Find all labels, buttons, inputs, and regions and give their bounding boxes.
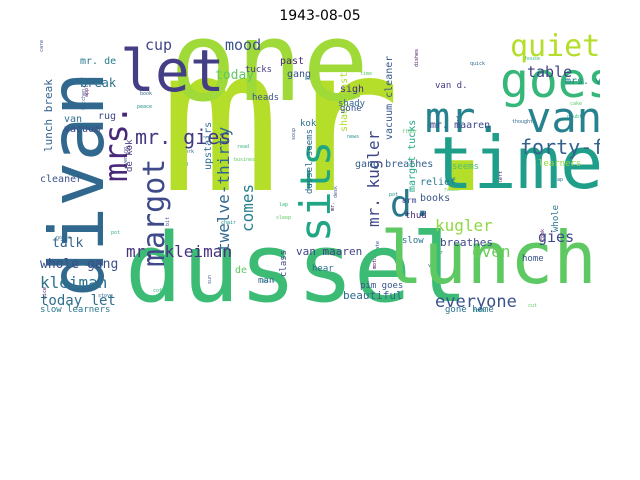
cloud-word: sits — [291, 140, 340, 242]
cloud-word: books — [420, 193, 451, 204]
chart-title: 1943-08-05 — [279, 8, 361, 24]
cloud-word: van — [64, 114, 83, 125]
cloud-word: gang breathes — [355, 159, 434, 170]
cloud-word: talk — [52, 236, 84, 251]
cloud-word: learners — [538, 159, 582, 169]
cloud-word: pim goes — [360, 281, 404, 291]
cloud-word: slow — [402, 236, 424, 246]
cloud-word: tucks — [245, 65, 273, 75]
cloud-word: whole — [551, 204, 561, 232]
cloud-word: mrs. van — [565, 76, 600, 87]
cloud-word: margot tucks — [407, 119, 418, 192]
cloud-word: de — [235, 265, 248, 276]
cloud-word: class — [279, 249, 289, 277]
cloud-word: arm — [402, 196, 417, 205]
cloud-word: gone home — [445, 305, 494, 315]
cloud-word: forty-five — [520, 135, 600, 159]
cloud-word: kugler — [435, 216, 493, 235]
cloud-word: rug — [98, 111, 117, 122]
cloud-word: heads — [252, 93, 280, 103]
cloud-word: de kok — [125, 139, 135, 172]
cloud-word: kleiman — [40, 273, 108, 292]
cloud-word: man — [258, 276, 275, 286]
cloud-word: vacuum — [64, 124, 101, 135]
cloud-word: breathes — [440, 236, 493, 249]
cloud-word: relief — [420, 177, 457, 188]
cloud-word: dussel seems — [305, 128, 315, 194]
cloud-word: slow learners — [40, 305, 111, 315]
cloud-word: mood — [225, 36, 262, 54]
cloud-word: mr. van — [425, 93, 600, 142]
cloud-word: mr. de — [80, 56, 117, 67]
cloud-word: let — [120, 37, 225, 105]
cloud-word: kok — [300, 119, 317, 129]
cloud-word: shady — [338, 99, 366, 109]
cloud-word: hear — [312, 264, 334, 274]
cloud-word: home — [522, 254, 544, 264]
cloud-word-minor: peace — [137, 104, 153, 110]
cloud-word: upstairs — [203, 121, 214, 170]
cloud-word: thud — [405, 211, 427, 221]
cloud-word: gies — [538, 228, 575, 246]
cloud-word: gang — [287, 69, 312, 80]
cloud-word: comes — [238, 183, 257, 232]
cloud-word: van d. — [435, 81, 468, 91]
cloud-word: seems — [452, 162, 480, 172]
cloud-word: sigh — [340, 84, 365, 95]
cloud-word: vacuum cleaner — [384, 55, 395, 140]
cloud-word: lunch break — [42, 79, 55, 152]
cloud-word: quiet — [510, 32, 600, 64]
cloud-word: twelve-thirty — [214, 126, 233, 252]
cloud-word: past — [280, 56, 305, 67]
cloud-word: break — [80, 76, 117, 90]
cloud-word: whole gang — [40, 257, 119, 272]
cloud-word-minor: cut — [528, 303, 538, 309]
cloud-word: cleaner — [40, 174, 83, 185]
cloud-word: mr. maaren — [430, 120, 491, 131]
cloud-word-minor: cafe — [40, 39, 45, 52]
cloud-word: cup — [145, 36, 173, 54]
word-cloud: lid cake fork plate lap work apple cut door desk r… — [40, 32, 600, 322]
cloud-word: mr. kugler — [364, 130, 383, 227]
cloud-word: van maaren — [296, 245, 363, 258]
cloud-word: beautiful — [343, 289, 403, 302]
